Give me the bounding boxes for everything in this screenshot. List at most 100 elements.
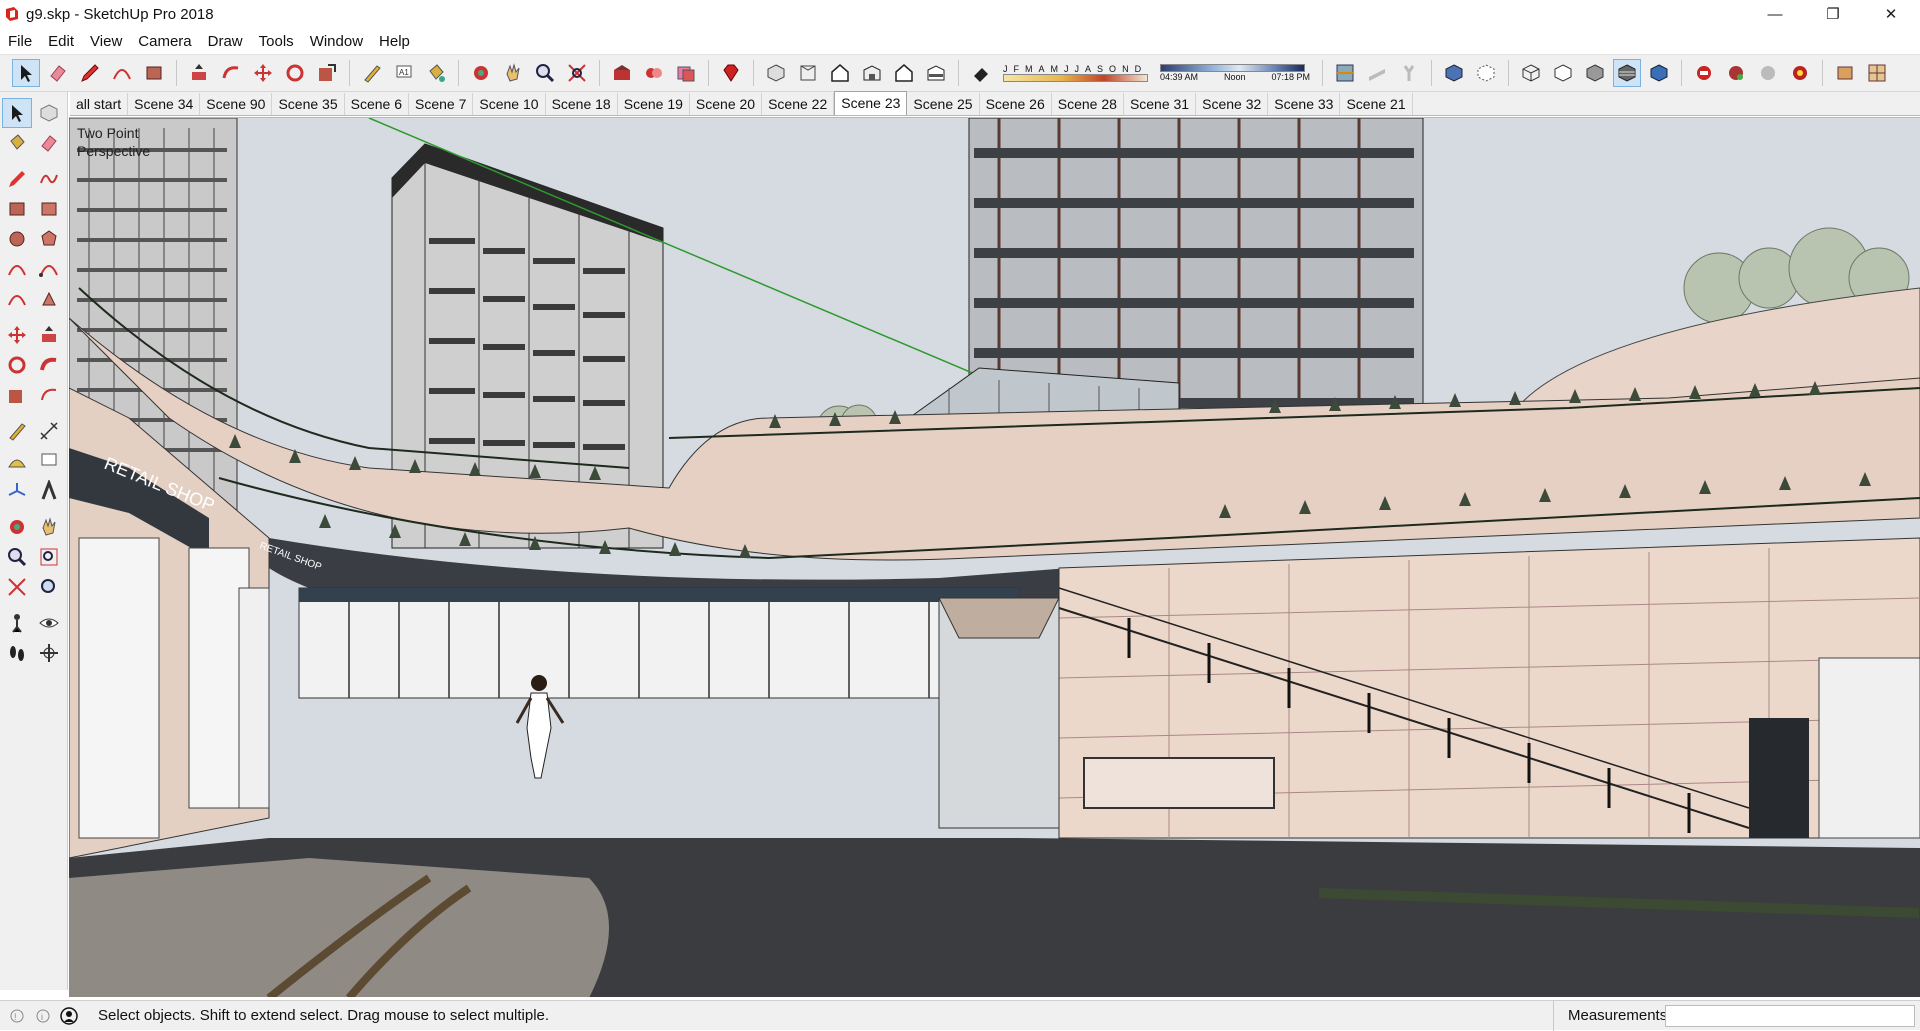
plugin-button-2[interactable] — [1722, 59, 1750, 87]
select-tool-button[interactable] — [2, 98, 32, 128]
scene-tab-active[interactable]: Scene 23 — [834, 91, 908, 115]
rotated-rectangle-button[interactable] — [34, 194, 64, 224]
dimension-button[interactable] — [34, 416, 64, 446]
credits-icon[interactable]: i — [34, 1007, 52, 1025]
tape-measure-button[interactable] — [358, 59, 386, 87]
menu-tools[interactable]: Tools — [251, 33, 302, 50]
offset-button[interactable] — [34, 380, 64, 410]
scene-tab[interactable]: Scene 33 — [1268, 93, 1341, 115]
geo-location-icon[interactable]: ! — [8, 1007, 26, 1025]
section-plane-button[interactable] — [34, 638, 64, 668]
monochrome-button[interactable] — [1645, 59, 1673, 87]
push-pull-button[interactable] — [34, 320, 64, 350]
line-tool-button[interactable] — [76, 59, 104, 87]
back-view-button[interactable] — [890, 59, 918, 87]
scale-button[interactable] — [313, 59, 341, 87]
section-plane-button[interactable] — [1331, 59, 1359, 87]
model-viewport[interactable]: RETAIL SHOP RETAIL SHOP Two Point Perspe… — [69, 117, 1920, 997]
three-point-arc-button[interactable] — [2, 284, 32, 314]
offset-button[interactable] — [217, 59, 245, 87]
move-button[interactable] — [249, 59, 277, 87]
zoom-button[interactable] — [2, 542, 32, 572]
left-view-button[interactable] — [922, 59, 950, 87]
paint-bucket-button[interactable] — [422, 59, 450, 87]
user-account-icon[interactable] — [60, 1006, 78, 1025]
axes-button[interactable] — [2, 476, 32, 506]
shaded-textures-button[interactable] — [1613, 59, 1641, 87]
zoom-extents-button[interactable] — [563, 59, 591, 87]
scene-tab[interactable]: Scene 28 — [1052, 93, 1124, 115]
move-button[interactable] — [2, 320, 32, 350]
time-widget[interactable]: 04:39 AM Noon 07:18 PM — [1160, 64, 1310, 82]
back-edges-button[interactable] — [1472, 59, 1500, 87]
paint-bucket-button[interactable] — [2, 128, 32, 158]
shape-tool-button[interactable] — [140, 59, 168, 87]
scene-tab[interactable]: all start — [70, 93, 129, 115]
arc-tool-button[interactable] — [108, 59, 136, 87]
shaded-button[interactable] — [1581, 59, 1609, 87]
text-button[interactable] — [34, 446, 64, 476]
freehand-button[interactable] — [34, 164, 64, 194]
protractor-button[interactable] — [2, 446, 32, 476]
pan-button[interactable] — [499, 59, 527, 87]
rectangle-button[interactable] — [2, 194, 32, 224]
restore-button[interactable]: ❐ — [1804, 0, 1862, 28]
hidden-line-button[interactable] — [1549, 59, 1577, 87]
plugin-button-6[interactable] — [1863, 59, 1891, 87]
rotate-button[interactable] — [281, 59, 309, 87]
polygon-button[interactable] — [34, 224, 64, 254]
scale-button[interactable] — [2, 380, 32, 410]
3d-text-button[interactable] — [34, 476, 64, 506]
previous-view-button[interactable] — [34, 572, 64, 602]
scene-tab[interactable]: Scene 6 — [345, 93, 410, 115]
eraser-button[interactable] — [34, 128, 64, 158]
wireframe-button[interactable] — [1517, 59, 1545, 87]
zoom-button[interactable] — [531, 59, 559, 87]
plugin-button-4[interactable] — [1786, 59, 1814, 87]
front-view-button[interactable] — [826, 59, 854, 87]
iso-view-button[interactable] — [762, 59, 790, 87]
orbit-button[interactable] — [2, 512, 32, 542]
position-camera-button[interactable] — [2, 608, 32, 638]
top-view-button[interactable] — [794, 59, 822, 87]
scene-tab[interactable]: Scene 32 — [1196, 93, 1269, 115]
menu-draw[interactable]: Draw — [200, 33, 251, 50]
scene-tab[interactable]: Scene 90 — [200, 93, 273, 115]
display-section-planes-button[interactable] — [1363, 59, 1391, 87]
xray-button[interactable] — [1440, 59, 1468, 87]
plugin-button-3[interactable] — [1754, 59, 1782, 87]
measurements-input[interactable] — [1665, 1005, 1915, 1027]
scene-tab[interactable]: Scene 19 — [618, 93, 690, 115]
warehouse-button[interactable] — [608, 59, 636, 87]
display-section-cuts-button[interactable] — [1395, 59, 1423, 87]
components-button[interactable] — [640, 59, 668, 87]
eraser-button[interactable] — [44, 59, 72, 87]
scene-tab[interactable]: Scene 10 — [473, 93, 546, 115]
two-point-arc-button[interactable] — [34, 254, 64, 284]
look-around-button[interactable] — [34, 608, 64, 638]
tape-measure-button[interactable] — [2, 416, 32, 446]
make-component-button[interactable] — [34, 98, 64, 128]
menu-help[interactable]: Help — [371, 33, 418, 50]
menu-camera[interactable]: Camera — [130, 33, 199, 50]
shadow-settings-widget[interactable]: J F M A M J J A S O N D — [1003, 64, 1148, 82]
menu-window[interactable]: Window — [302, 33, 371, 50]
plugin-button-1[interactable] — [1690, 59, 1718, 87]
plugin-button-5[interactable] — [1831, 59, 1859, 87]
arc-button[interactable] — [2, 254, 32, 284]
close-button[interactable]: ✕ — [1862, 0, 1920, 28]
pie-button[interactable] — [34, 284, 64, 314]
time-slider[interactable] — [1160, 64, 1305, 72]
scene-tab[interactable]: Scene 7 — [409, 93, 474, 115]
scene-tab[interactable]: Scene 35 — [272, 93, 345, 115]
right-view-button[interactable] — [858, 59, 886, 87]
rotate-button[interactable] — [2, 350, 32, 380]
push-pull-button[interactable] — [185, 59, 213, 87]
circle-button[interactable] — [2, 224, 32, 254]
scene-tab[interactable]: Scene 22 — [762, 93, 835, 115]
scene-tab[interactable]: Scene 31 — [1124, 93, 1197, 115]
scene-tab[interactable]: Scene 34 — [128, 93, 201, 115]
select-tool-button[interactable] — [12, 59, 40, 87]
extension-warehouse-button[interactable] — [717, 59, 745, 87]
walk-button[interactable] — [2, 638, 32, 668]
